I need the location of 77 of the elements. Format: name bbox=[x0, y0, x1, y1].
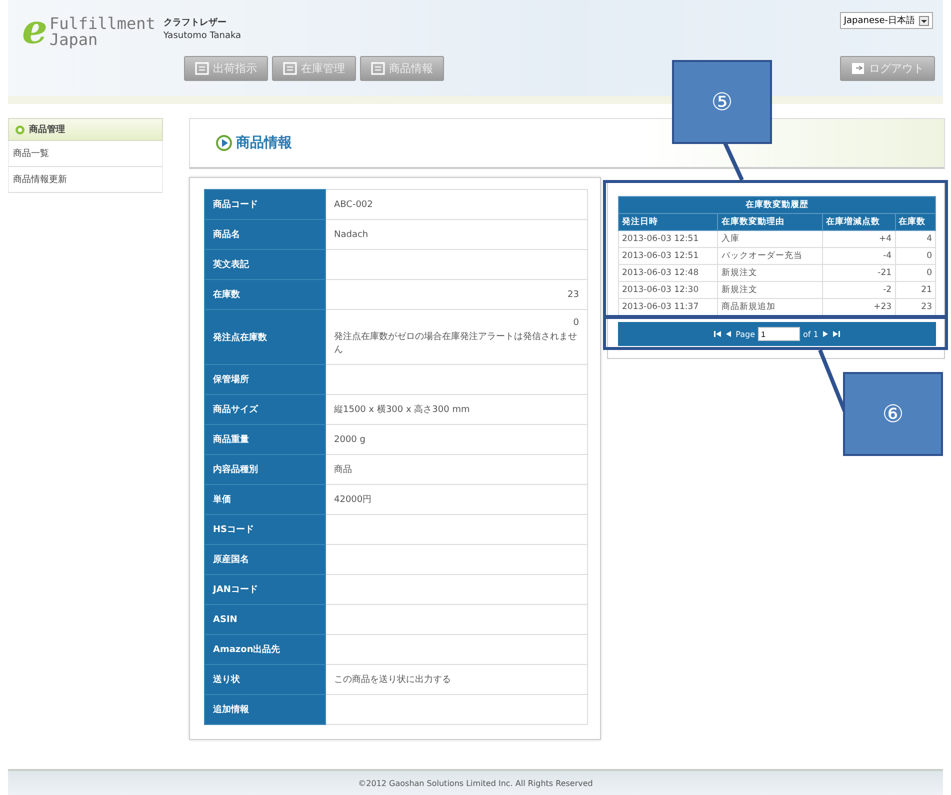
user-name: Yasutomo Tanaka bbox=[163, 31, 242, 41]
tab-icon bbox=[195, 62, 209, 75]
last-page-icon[interactable] bbox=[832, 330, 840, 338]
table-cell: -4 bbox=[822, 248, 896, 264]
field-label: 商品コード bbox=[204, 190, 326, 220]
callout-number: ⑤ bbox=[672, 60, 772, 144]
field-value: 2000 g bbox=[326, 424, 588, 454]
field-label: Amazon出品先 bbox=[204, 634, 326, 664]
table-cell: 入庫 bbox=[718, 230, 823, 248]
field-value: 23 bbox=[326, 280, 588, 310]
field-label: 英文表記 bbox=[204, 250, 326, 280]
field-label: 単価 bbox=[204, 484, 326, 514]
first-page-icon[interactable] bbox=[714, 330, 722, 338]
field-label: 追加情報 bbox=[204, 694, 326, 724]
tab-icon bbox=[371, 62, 385, 75]
table-cell: 0 bbox=[895, 264, 936, 282]
page-count-label: of 1 bbox=[803, 330, 818, 338]
table-cell: 2013-06-03 12:30 bbox=[618, 282, 718, 298]
field-note: 発注点在庫数がゼロの場合在庫発注アラートは発信されません bbox=[334, 330, 578, 356]
field-label: 保管場所 bbox=[204, 364, 326, 394]
company-name: クラフトレザー bbox=[163, 16, 228, 29]
sidebar-item[interactable]: 商品一覧 bbox=[8, 141, 163, 167]
dropdown-caret-icon bbox=[919, 16, 929, 26]
field-label: JANコード bbox=[204, 574, 326, 604]
field-label: 在庫数 bbox=[204, 280, 326, 310]
callout-number: ⑥ bbox=[843, 372, 943, 456]
play-circle-icon bbox=[216, 135, 232, 151]
table-cell: +4 bbox=[822, 230, 896, 248]
field-label: 商品重量 bbox=[204, 424, 326, 454]
tab-icon bbox=[283, 62, 297, 75]
table-cell: 4 bbox=[895, 230, 936, 248]
field-value: この商品を送り状に出力する bbox=[326, 664, 588, 694]
leader-line bbox=[723, 142, 744, 181]
field-value: ABC-002 bbox=[326, 190, 588, 220]
logout-icon bbox=[851, 62, 865, 75]
logo-letter: e bbox=[22, 12, 48, 48]
field-label: 原産国名 bbox=[204, 544, 326, 574]
page-title: 商品情報 bbox=[189, 118, 945, 169]
table-cell: 2013-06-03 12:48 bbox=[618, 264, 718, 282]
circle-icon bbox=[15, 124, 25, 134]
logo-subtitle: Japan bbox=[49, 32, 99, 48]
field-value: 縦1500 x 横300 x 高さ300 mm bbox=[326, 394, 588, 424]
table-cell: 新規注文 bbox=[718, 282, 823, 298]
table-cell: -2 bbox=[822, 282, 896, 298]
logo-brand: Fulfillment bbox=[49, 16, 156, 32]
page-number-field[interactable]: 1 bbox=[758, 327, 800, 341]
sidebar-item[interactable]: 商品情報更新 bbox=[8, 167, 163, 193]
field-value: 商品 bbox=[326, 454, 588, 484]
language-select[interactable]: Japanese-日本語 bbox=[840, 12, 933, 29]
column-header: 在庫数変動理由 bbox=[718, 214, 823, 230]
field-value: 0 bbox=[572, 318, 579, 328]
previous-page-icon[interactable] bbox=[724, 330, 733, 338]
table-cell: 2013-06-03 12:51 bbox=[618, 248, 718, 264]
table-cell: 21 bbox=[895, 282, 936, 298]
page-label: Page bbox=[736, 330, 756, 338]
field-value: 42000円 bbox=[326, 484, 588, 514]
table-cell: 2013-06-03 11:37 bbox=[618, 298, 718, 316]
column-header: 在庫数 bbox=[895, 214, 936, 230]
copyright-text: ©2012 Gaoshan Solutions Limited Inc. All Rights Reserved bbox=[358, 778, 593, 788]
table-title: 在庫数変動履歴 bbox=[618, 196, 936, 214]
field-label: 送り状 bbox=[204, 664, 326, 694]
table-cell: 新規注文 bbox=[718, 264, 823, 282]
field-label: 商品名 bbox=[204, 220, 326, 250]
sidebar-header: 商品管理 bbox=[8, 118, 163, 141]
field-label: ASIN bbox=[204, 604, 326, 634]
field-label: 発注点在庫数 bbox=[204, 310, 326, 364]
table-cell: 2013-06-03 12:51 bbox=[618, 230, 718, 248]
field-label: HSコード bbox=[204, 514, 326, 544]
next-page-icon[interactable] bbox=[821, 330, 830, 338]
field-value: Nadach bbox=[326, 220, 588, 250]
table-cell: バックオーダー充当 bbox=[718, 248, 823, 264]
field-label: 商品サイズ bbox=[204, 394, 326, 424]
column-header: 発注日時 bbox=[618, 214, 718, 230]
field-label: 内容品種別 bbox=[204, 454, 326, 484]
column-header: 在庫増減点数 bbox=[822, 214, 896, 230]
table-cell: 0 bbox=[895, 248, 936, 264]
table-cell: -21 bbox=[822, 264, 896, 282]
